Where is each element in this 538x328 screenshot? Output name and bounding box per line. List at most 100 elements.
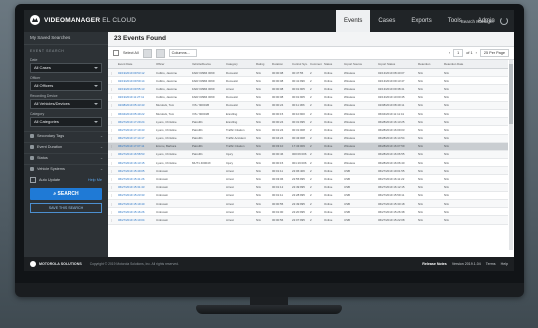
filter-vehicle-systems[interactable]: Vehicle Systems ⌄ [24, 164, 108, 174]
help-link-footer[interactable]: Help [501, 262, 508, 266]
auto-update-checkbox[interactable] [30, 177, 36, 183]
row-menu-icon[interactable]: ⋮ [108, 120, 116, 124]
event-date-link[interactable]: 06/04/2019 05:49:22 [116, 112, 154, 116]
event-date-link[interactable]: 02/19/2019 09:59:14 [116, 79, 154, 83]
row-menu-icon[interactable]: ⋮ [108, 112, 116, 116]
prev-page-icon[interactable]: ‹ [449, 51, 450, 55]
officer-select[interactable]: All Officers [30, 81, 102, 91]
row-menu-icon[interactable]: ⋮ [108, 161, 116, 165]
row-menu-icon[interactable]: ⋮ [108, 193, 116, 197]
column-header[interactable]: Vehicle/Device [190, 62, 224, 66]
column-header[interactable]: Duration [270, 62, 290, 66]
row-menu-icon[interactable]: ⋮ [108, 95, 116, 99]
column-header[interactable]: Status [322, 62, 342, 66]
event-date-link[interactable]: 06/27/2019 15:23:33 [116, 193, 154, 197]
row-menu-icon[interactable]: ⋮ [108, 169, 116, 173]
column-header[interactable]: Officer [154, 62, 190, 66]
row-menu-icon[interactable]: ⋮ [108, 152, 116, 156]
filter-event-duration[interactable]: Event Duration ⌄ [24, 142, 108, 152]
logout-icon[interactable] [500, 17, 508, 25]
column-header[interactable]: Retention [416, 62, 442, 66]
event-date-link[interactable]: 06/27/2019 17:07:11 [116, 144, 154, 148]
category-select[interactable]: All Categories [30, 117, 102, 127]
nav-exports[interactable]: Exports [403, 10, 439, 32]
column-header[interactable]: Retention Date [442, 62, 470, 66]
event-date-link[interactable]: 06/27/2019 15:49:05 [116, 169, 154, 173]
column-header[interactable]: Comments [308, 62, 322, 66]
column-header[interactable]: Rating [254, 62, 270, 66]
column-header[interactable]: Category [224, 62, 254, 66]
table-row[interactable]: ⋮ 06/27/2019 15:41:26 Unknown Arrest N/A 00:0… [108, 175, 508, 184]
table-row[interactable]: ⋮ 02/19/2019 09:55:13 Collins, Jasmine FAIR… [108, 85, 508, 94]
table-row[interactable]: ⋮ 06/27/2019 15:31:43 Unknown Arrest N/A 00:0… [108, 183, 508, 192]
table-row[interactable]: ⋮ 02/19/2019 09:59:14 Collins, Jasmine FAIR… [108, 77, 508, 86]
table-row[interactable]: ⋮ 06/27/2019 15:16:26 Unknown Arrest N/A 00:0… [108, 208, 508, 217]
date-select[interactable]: All Cases [30, 63, 102, 73]
row-menu-icon[interactable]: ⋮ [108, 185, 116, 189]
columns-select[interactable]: Columns... [168, 49, 197, 57]
event-date-link[interactable]: 06/27/2019 17:19:43 [116, 128, 154, 132]
event-date-link[interactable]: 06/27/2019 16:58:53 [116, 152, 154, 156]
table-row[interactable]: ⋮ 06/27/2019 17:14:17 Lyons, Christine Patr… [108, 134, 508, 143]
nav-events[interactable]: Events [336, 10, 371, 32]
event-date-link[interactable]: 06/27/2019 15:19:40 [116, 202, 154, 206]
row-menu-icon[interactable]: ⋮ [108, 136, 116, 140]
table-row[interactable]: ⋮ 06/27/2019 16:13:15 Lyons, Christine MUT1… [108, 159, 508, 168]
terms-link[interactable]: Terms [486, 262, 496, 266]
page-input[interactable]: 1 [453, 49, 464, 57]
column-header[interactable]: Event Date [116, 62, 154, 66]
scrollbar-thumb[interactable] [509, 64, 513, 124]
column-header[interactable]: Import Status [376, 62, 416, 66]
filter-secondary-tags[interactable]: Secondary Tags ⌄ [24, 131, 108, 141]
event-date-link[interactable]: 02/08/2019 05:43:43 [116, 103, 154, 107]
table-row[interactable]: ⋮ 06/04/2019 05:49:22 Murdock, Tom VIS / 90… [108, 110, 508, 119]
table-row[interactable]: ⋮ 06/27/2019 17:07:11 Emmu, Barbara Patrol0… [108, 142, 508, 151]
table-row[interactable]: ⋮ 06/27/2019 17:29:24 Lyons, Christine Patr… [108, 118, 508, 127]
column-header[interactable]: Control Sys. [290, 62, 308, 66]
table-scrollbar[interactable] [509, 60, 513, 250]
nav-cases[interactable]: Cases [370, 10, 403, 32]
user-menu[interactable]: Search Manager [461, 19, 494, 24]
grid-view-icon[interactable] [155, 48, 165, 58]
event-date-link[interactable]: 02/19/2019 09:55:13 [116, 87, 154, 91]
row-menu-icon[interactable]: ⋮ [108, 71, 116, 75]
event-date-link[interactable]: 06/27/2019 15:41:26 [116, 177, 154, 181]
next-page-icon[interactable]: › [476, 51, 477, 55]
row-menu-icon[interactable]: ⋮ [108, 218, 116, 222]
row-menu-icon[interactable]: ⋮ [108, 128, 116, 132]
table-row[interactable]: ⋮ 06/27/2019 15:49:05 Unknown Arrest N/A 00:0… [108, 167, 508, 176]
row-menu-icon[interactable]: ⋮ [108, 177, 116, 181]
table-row[interactable]: ⋮ 06/27/2019 15:23:33 Unknown Arrest N/A 00:0… [108, 192, 508, 200]
event-date-link[interactable]: 06/27/2019 16:13:15 [116, 161, 154, 165]
column-header[interactable]: Import Source [342, 62, 376, 66]
row-menu-icon[interactable]: ⋮ [108, 210, 116, 214]
device-select[interactable]: All Vehicles/Devices [30, 99, 102, 109]
event-date-link[interactable]: 06/27/2019 15:16:26 [116, 210, 154, 214]
event-date-link[interactable]: 06/27/2019 15:10:04 [116, 218, 154, 222]
filter-status[interactable]: Status ⌄ [24, 153, 108, 163]
per-page-select[interactable]: 25 Per Page [479, 49, 509, 57]
help-link[interactable]: Help Me [88, 178, 102, 182]
list-view-icon[interactable] [142, 48, 152, 58]
event-date-link[interactable]: 06/27/2019 15:31:43 [116, 185, 154, 189]
table-row[interactable]: ⋮ 06/27/2019 15:19:40 Unknown Arrest N/A 00:0… [108, 200, 508, 209]
row-menu-icon[interactable]: ⋮ [108, 202, 116, 206]
save-search-button[interactable]: SAVE THIS SEARCH [30, 203, 102, 213]
table-row[interactable]: ⋮ 06/27/2019 15:10:04 Unknown Arrest N/A 00:0… [108, 216, 508, 225]
table-row[interactable]: ⋮ 02/19/2019 09:53:12 Collins, Jasmine FAIR… [108, 69, 508, 78]
row-menu-icon[interactable]: ⋮ [108, 103, 116, 107]
table-row[interactable]: ⋮ 02/08/2019 05:43:43 Murdock, Tom VIS / 90… [108, 101, 508, 110]
event-date-link[interactable]: 06/27/2019 17:14:17 [116, 136, 154, 140]
row-menu-icon[interactable]: ⋮ [108, 79, 116, 83]
row-menu-icon[interactable]: ⋮ [108, 87, 116, 91]
row-menu-icon[interactable]: ⋮ [108, 144, 116, 148]
saved-searches-link[interactable]: My Saved Searches [24, 32, 108, 45]
event-date-link[interactable]: 02/19/2019 11:27:11 [116, 95, 154, 99]
table-row[interactable]: ⋮ 06/27/2019 16:58:53 Lyons, Christine Patr… [108, 150, 508, 160]
release-notes-link[interactable]: Release Notes [422, 262, 447, 266]
event-date-link[interactable]: 06/27/2019 17:29:24 [116, 120, 154, 124]
search-button[interactable]: ⌕ SEARCH [30, 188, 102, 200]
table-row[interactable]: ⋮ 02/19/2019 11:27:11 Collins, Jasmine FAIR… [108, 94, 508, 102]
event-date-link[interactable]: 02/19/2019 09:53:12 [116, 71, 154, 75]
select-all-checkbox[interactable] [113, 50, 119, 56]
